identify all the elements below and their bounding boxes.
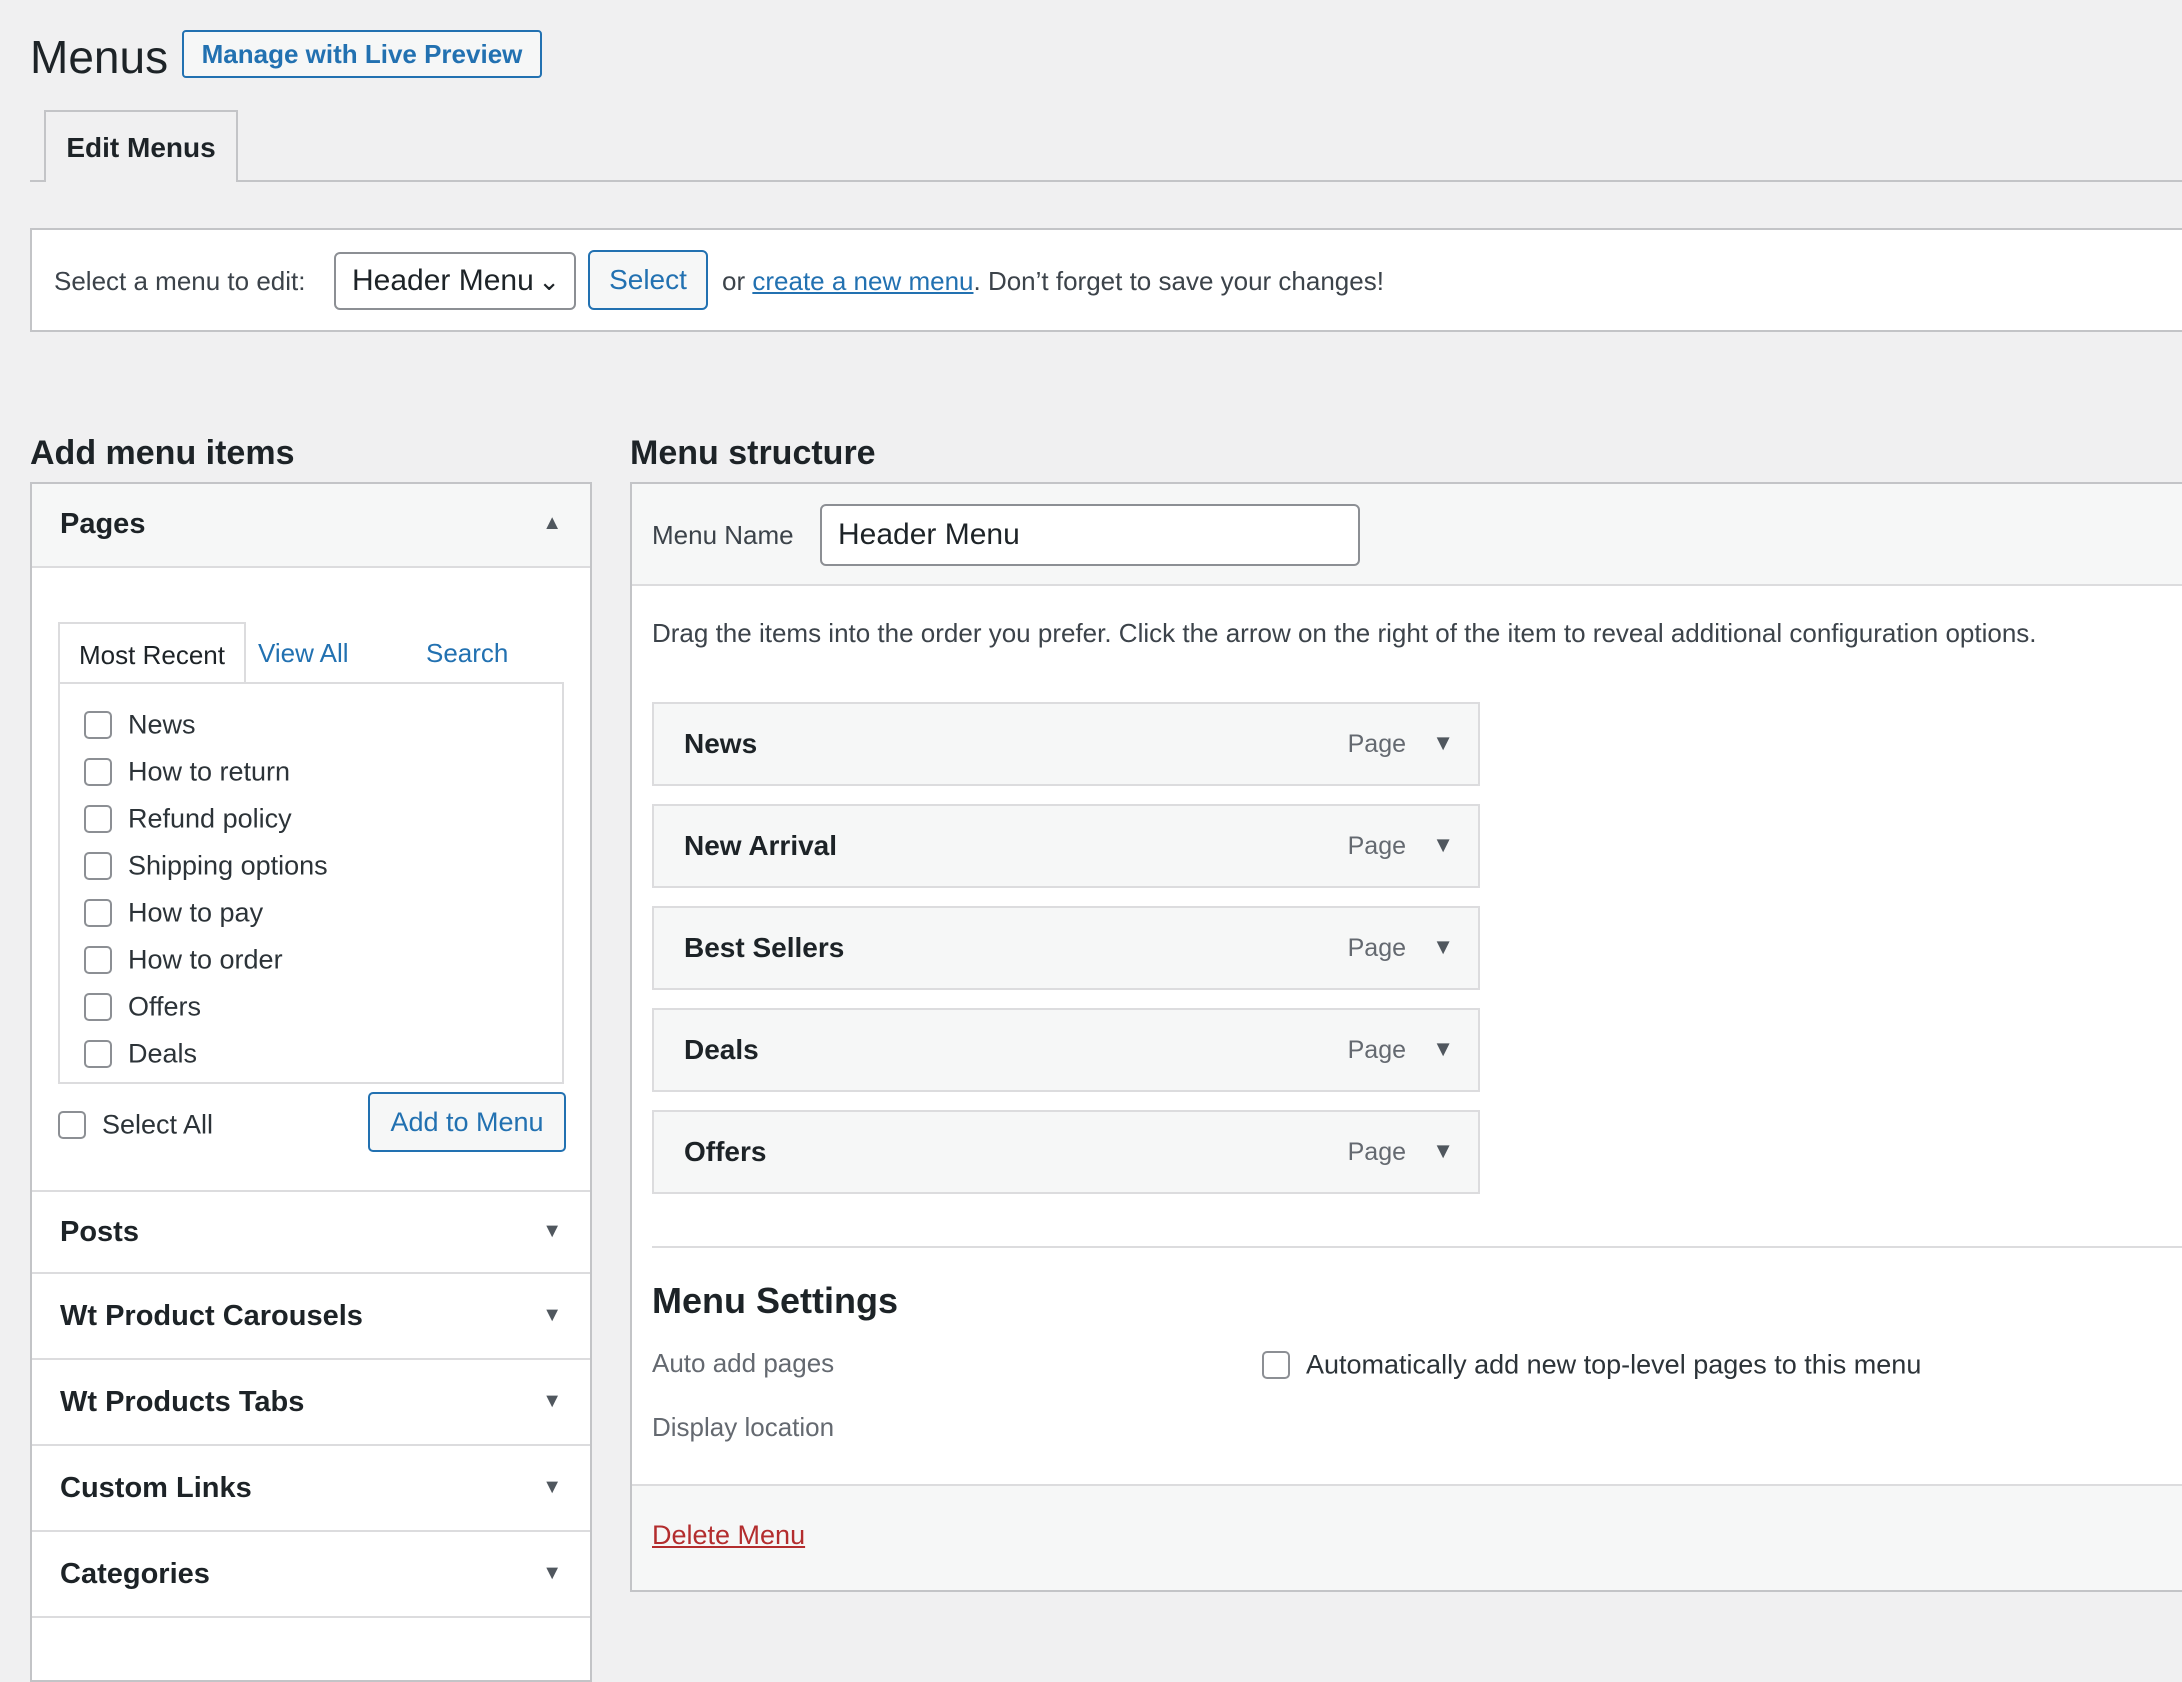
drag-help-text: Drag the items into the order you prefer…: [652, 618, 2037, 648]
list-item[interactable]: Deals: [84, 1037, 197, 1073]
menu-name-input[interactable]: Header Menu: [820, 504, 1360, 566]
delete-menu-link[interactable]: Delete Menu: [652, 1520, 805, 1551]
triangle-down-icon[interactable]: ▼: [542, 1304, 562, 1327]
menu-select-value: Header Menu: [352, 264, 534, 297]
menu-item-new-arrival[interactable]: New Arrival Page ▼: [652, 804, 1480, 888]
list-item[interactable]: Refund policy: [84, 802, 292, 838]
select-bar-hint: or create a new menu. Don’t forget to sa…: [722, 266, 1384, 297]
select-all-checkbox[interactable]: Select All: [58, 1108, 213, 1140]
tab-most-recent[interactable]: Most Recent: [58, 622, 246, 684]
settings-divider: [652, 1246, 2182, 1248]
list-item[interactable]: How to return: [84, 755, 290, 791]
list-item[interactable]: Shipping options: [84, 849, 328, 885]
list-item[interactable]: News: [84, 708, 196, 744]
save-reminder-text: . Don’t forget to save your changes!: [973, 266, 1384, 296]
add-menu-items-panel: Pages ▲ Most Recent View All Search News…: [30, 482, 592, 1682]
checkbox[interactable]: [84, 710, 112, 739]
checkbox[interactable]: [1262, 1350, 1290, 1379]
add-to-menu-button[interactable]: Add to Menu: [368, 1092, 566, 1152]
page-title: Menus: [30, 31, 169, 83]
tabs-divider: [30, 180, 2182, 182]
select-button[interactable]: Select: [588, 250, 708, 310]
item-type-label: Page: [1347, 730, 1406, 758]
menu-item-deals[interactable]: Deals Page ▼: [652, 1008, 1480, 1092]
chevron-down-icon: ⌄: [538, 266, 560, 296]
pages-checklist: News How to return Refund policy Shippin…: [58, 682, 564, 1084]
accordion-pages-title: Pages: [60, 508, 146, 540]
accordion-pages[interactable]: Pages ▲: [32, 484, 590, 568]
triangle-down-icon[interactable]: ▼: [542, 1220, 562, 1243]
item-type-label: Page: [1347, 934, 1406, 962]
menu-item-offers[interactable]: Offers Page ▼: [652, 1110, 1480, 1194]
menu-footer: Delete Menu: [632, 1484, 2182, 1590]
menu-item-news[interactable]: News Page ▼: [652, 702, 1480, 786]
tab-view-all[interactable]: View All: [258, 622, 349, 684]
checkbox[interactable]: [84, 804, 112, 833]
triangle-down-icon[interactable]: ▼: [1432, 1036, 1454, 1062]
accordion-categories[interactable]: Categories ▼: [32, 1534, 590, 1618]
menu-name-bar: Menu Name Header Menu: [632, 484, 2182, 586]
triangle-down-icon[interactable]: ▼: [1432, 730, 1454, 756]
display-location-label: Display location: [652, 1412, 835, 1442]
item-type-label: Page: [1347, 1036, 1406, 1064]
triangle-down-icon[interactable]: ▼: [1432, 832, 1454, 858]
triangle-down-icon[interactable]: ▼: [542, 1562, 562, 1585]
auto-add-pages-checkbox[interactable]: Automatically add new top-level pages to…: [1262, 1348, 1921, 1380]
create-new-menu-link[interactable]: create a new menu: [752, 266, 973, 296]
menu-structure-heading: Menu structure: [630, 434, 876, 472]
checkbox[interactable]: [58, 1110, 86, 1139]
accordion-wt-product-carousels[interactable]: Wt Product Carousels ▼: [32, 1276, 590, 1360]
accordion-posts[interactable]: Posts ▼: [32, 1190, 590, 1274]
checkbox[interactable]: [84, 945, 112, 974]
menu-name-label: Menu Name: [652, 520, 794, 550]
menu-settings-heading: Menu Settings: [652, 1280, 899, 1321]
tab-edit-menus[interactable]: Edit Menus: [44, 110, 238, 182]
select-menu-bar: Select a menu to edit: Header Menu ⌄ Sel…: [30, 228, 2182, 332]
manage-live-preview-button[interactable]: Manage with Live Preview: [182, 30, 542, 78]
list-item[interactable]: How to order: [84, 943, 283, 979]
auto-add-pages-label: Auto add pages: [652, 1348, 835, 1378]
list-item[interactable]: Offers: [84, 990, 201, 1026]
checkbox[interactable]: [84, 851, 112, 880]
triangle-down-icon[interactable]: ▼: [1432, 1138, 1454, 1164]
triangle-down-icon[interactable]: ▼: [542, 1390, 562, 1413]
triangle-down-icon[interactable]: ▼: [542, 1476, 562, 1499]
triangle-up-icon[interactable]: ▲: [542, 512, 562, 535]
menu-select-dropdown[interactable]: Header Menu ⌄: [334, 252, 576, 310]
tab-search[interactable]: Search: [426, 622, 508, 684]
menu-structure-panel: Menu Name Header Menu Drag the items int…: [630, 482, 2182, 1592]
list-item[interactable]: How to pay: [84, 896, 263, 932]
checkbox[interactable]: [84, 898, 112, 927]
select-menu-label: Select a menu to edit:: [54, 266, 306, 296]
accordion-wt-products-tabs[interactable]: Wt Products Tabs ▼: [32, 1362, 590, 1446]
add-menu-items-heading: Add menu items: [30, 434, 295, 472]
checkbox[interactable]: [84, 1039, 112, 1068]
menu-item-best-sellers[interactable]: Best Sellers Page ▼: [652, 906, 1480, 990]
item-type-label: Page: [1347, 832, 1406, 860]
accordion-custom-links[interactable]: Custom Links ▼: [32, 1448, 590, 1532]
checkbox[interactable]: [84, 757, 112, 786]
checkbox[interactable]: [84, 992, 112, 1021]
item-type-label: Page: [1347, 1138, 1406, 1166]
or-text: or: [722, 266, 746, 296]
triangle-down-icon[interactable]: ▼: [1432, 934, 1454, 960]
